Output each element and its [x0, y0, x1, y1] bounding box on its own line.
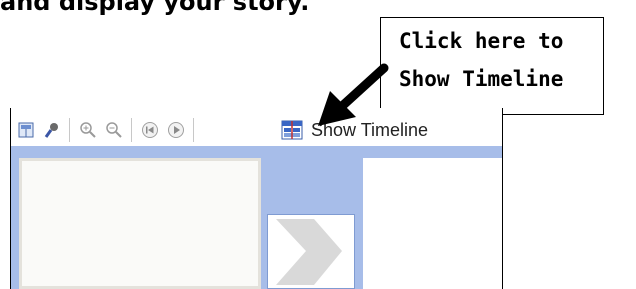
callout-line-2: Show Timeline — [399, 67, 564, 91]
thumbnail-arrow-shape — [276, 219, 342, 285]
show-timeline-button[interactable]: Show Timeline — [311, 120, 428, 141]
toolbar-separator — [193, 118, 194, 142]
toolbar-separator — [69, 118, 70, 142]
zoom-in-icon[interactable] — [79, 121, 97, 139]
toolbar-separator — [131, 118, 132, 142]
voice-narration-icon[interactable] — [43, 121, 61, 139]
play-icon[interactable] — [167, 121, 185, 139]
slide-preview-pane — [19, 158, 261, 289]
editor-pane — [363, 158, 502, 289]
workspace — [11, 152, 502, 289]
callout-line-1: Click here to — [399, 29, 564, 53]
timeline-icon[interactable] — [281, 120, 303, 140]
app-window: Show Timeline — [10, 108, 503, 289]
instruction-text: and display your story. — [0, 0, 310, 16]
slide-thumbnail[interactable] — [267, 214, 355, 289]
callout-box: Click here to Show Timeline — [380, 17, 604, 115]
zoom-out-icon[interactable] — [105, 121, 123, 139]
rewind-icon[interactable] — [141, 121, 159, 139]
storyboard-icon[interactable] — [17, 121, 35, 139]
toolbar: Show Timeline — [11, 108, 502, 152]
